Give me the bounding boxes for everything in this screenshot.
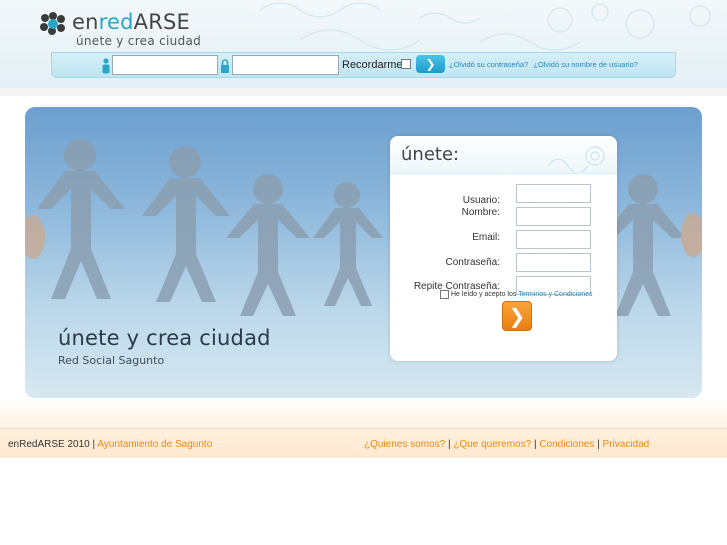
login-submit-button[interactable]: ❯ — [416, 55, 445, 73]
accept-terms-checkbox[interactable] — [440, 290, 449, 299]
footer-link-privacidad[interactable]: Privacidad — [603, 439, 650, 450]
login-help-links: ¿Olvidó su contraseña? ¿Olvidó su nombre… — [449, 60, 641, 69]
copyright-text: enRedARSE 2010 — [8, 439, 90, 450]
site-header: enredARSE únete y crea ciudad Recordarme… — [0, 0, 727, 88]
logo-mark-icon — [40, 12, 65, 35]
login-bar: Recordarme ❯ ¿Olvidó su contraseña? ¿Olv… — [51, 52, 676, 78]
footer-separator: | — [92, 439, 96, 450]
arrow-right-icon: ❯ — [508, 304, 526, 328]
forgot-password-link[interactable]: ¿Olvidó su contraseña? — [449, 60, 528, 69]
swirl-decoration-icon — [547, 146, 605, 172]
accept-terms-text: He leído y acepto los Terminos y Condici… — [451, 291, 593, 298]
login-password-input[interactable] — [232, 55, 339, 75]
register-title: únete: — [401, 144, 460, 165]
footer-link-quienes-somos[interactable]: ¿Quienes somos? — [364, 439, 445, 450]
footer-left: enRedARSE 2010 | Ayuntamiento de Sagunto — [8, 439, 212, 450]
footer-link-que-queremos[interactable]: ¿Que queremos? — [453, 439, 531, 450]
register-name-input[interactable] — [516, 207, 591, 226]
remember-me-checkbox[interactable] — [401, 59, 411, 69]
logo-part-arse: ARSE — [133, 10, 191, 34]
footer-separator: | — [533, 439, 537, 450]
register-email-input[interactable] — [516, 230, 591, 249]
footer-link-condiciones[interactable]: Condiciones — [539, 439, 594, 450]
logo-part-red: red — [98, 10, 134, 34]
logo-tagline: únete y crea ciudad — [76, 34, 202, 48]
name-label: Nombre: — [461, 207, 500, 218]
footer-nav: ¿Quienes somos? | ¿Que queremos? | Condi… — [364, 439, 649, 450]
hero-banner: únete y crea ciudad Red Social Sagunto ú… — [25, 107, 702, 398]
register-username-input[interactable] — [516, 184, 591, 203]
terms-link[interactable]: Terminos y Condiciones — [518, 291, 592, 298]
login-username-input[interactable] — [112, 55, 218, 75]
register-password-input[interactable] — [516, 253, 591, 272]
accept-terms-prefix: He leído y acepto los — [451, 291, 517, 298]
register-panel: únete: Usuario: Nombre: Email: Contraseñ… — [390, 136, 617, 361]
forgot-username-link[interactable]: ¿Olvidó su nombre de usuario? — [533, 60, 638, 69]
footer-separator: | — [597, 439, 600, 450]
footer-top-band — [0, 398, 727, 428]
hero-title: únete y crea ciudad — [58, 326, 271, 350]
logo-wordmark: enredARSE — [72, 12, 190, 33]
remember-me-label: Recordarme — [342, 59, 403, 71]
user-icon — [102, 58, 110, 74]
arrow-right-icon: ❯ — [425, 57, 436, 71]
username-label: Usuario: — [462, 195, 500, 206]
site-footer: enRedARSE 2010 | Ayuntamiento de Sagunto… — [0, 428, 727, 458]
header-divider-band — [0, 88, 727, 96]
email-label: Email: — [472, 232, 500, 243]
hero-subtitle: Red Social Sagunto — [58, 354, 165, 367]
footer-separator: | — [447, 439, 451, 450]
lock-icon — [221, 59, 229, 73]
register-header: únete: — [390, 136, 617, 174]
register-submit-button[interactable]: ❯ — [502, 301, 532, 331]
ayuntamiento-link[interactable]: Ayuntamiento de Sagunto — [97, 439, 212, 450]
page: enredARSE únete y crea ciudad Recordarme… — [0, 0, 727, 545]
password-label: Contraseña: — [445, 257, 500, 268]
logo-part-en: en — [72, 10, 99, 34]
site-logo[interactable]: enredARSE únete y crea ciudad — [36, 8, 206, 50]
